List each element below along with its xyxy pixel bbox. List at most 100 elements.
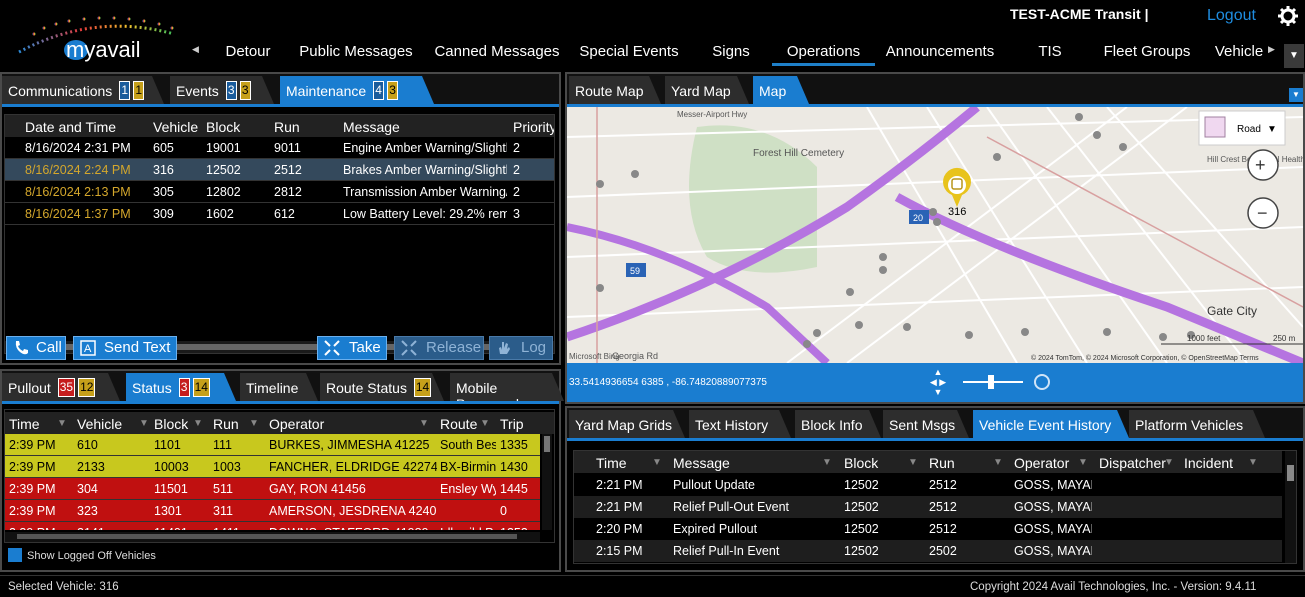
- table-row[interactable]: 2:39 PM 2141 114011411 DOWNS, STAFFORD 4198…: [5, 522, 540, 530]
- nav-tab-public-messages[interactable]: Public Messages: [296, 42, 416, 66]
- col-header-run[interactable]: Run: [274, 119, 300, 135]
- table-row[interactable]: 8/16/2024 1:37 PM 309 1602 612 Low Battery L…: [5, 203, 554, 225]
- nav-tab-special-events[interactable]: Special Events: [576, 42, 682, 66]
- scrollbar-thumb[interactable]: [17, 534, 517, 539]
- table-row[interactable]: 2:20 PM Expired Pullout 12502 2512 GOSS, MAY…: [574, 518, 1282, 540]
- filter-icon[interactable]: ▼: [57, 418, 67, 429]
- col-header-operator[interactable]: Operator: [269, 416, 324, 432]
- tab-sent-msgs[interactable]: Sent Msgs: [883, 410, 969, 438]
- col-header-block[interactable]: Block: [154, 416, 188, 432]
- compass-icon[interactable]: [1034, 374, 1050, 390]
- horizontal-scrollbar[interactable]: [5, 532, 540, 542]
- filter-icon[interactable]: ▼: [1248, 457, 1258, 468]
- nav-scroll-right-icon[interactable]: ▶: [1268, 44, 1275, 55]
- filter-icon[interactable]: ▼: [419, 418, 429, 429]
- table-row[interactable]: 2:39 PM 304 11501 511 GAY, RON 41456 Ensley W…: [5, 478, 540, 500]
- cell-operator: FANCHER, ELDRIDGE 42274: [269, 460, 437, 474]
- table-row[interactable]: 2:21 PM Relief Pull-Out Event 12502 2512 GOS…: [574, 496, 1282, 518]
- filter-icon[interactable]: ▼: [908, 457, 918, 468]
- table-row[interactable]: 8/16/2024 2:24 PM 316 12502 2512 Brakes Ambe…: [5, 159, 554, 181]
- show-logged-off-checkbox[interactable]: [8, 548, 22, 562]
- street-map[interactable]: 20 59 Forest Hill Cemetery Gate City Hil…: [567, 107, 1303, 363]
- nav-tab-operations[interactable]: Operations: [772, 42, 875, 66]
- col-header-run[interactable]: Run: [929, 455, 955, 471]
- zoom-in-button[interactable]: +: [1247, 149, 1279, 181]
- table-row[interactable]: 2:21 PM Pullout Update 12502 2512 GOSS, MAYA…: [574, 474, 1282, 496]
- nav-tab-detour[interactable]: Detour: [212, 42, 284, 66]
- table-row[interactable]: 2:15 PM Relief Pull-In Event 12502 2502 GOSS…: [574, 540, 1282, 562]
- filter-icon[interactable]: ▼: [822, 457, 832, 468]
- tab-mobile-personnel[interactable]: Mobile Personnel: [450, 373, 564, 401]
- filter-icon[interactable]: ▼: [652, 457, 662, 468]
- filter-icon[interactable]: ▼: [193, 418, 203, 429]
- logout-link[interactable]: Logout: [1207, 7, 1256, 25]
- col-header-priority[interactable]: Priority: [513, 119, 554, 135]
- col-header-run[interactable]: Run: [213, 416, 239, 432]
- tab-timeline[interactable]: Timeline: [240, 373, 318, 401]
- tab-pullout[interactable]: Pullout 35 12: [2, 373, 120, 401]
- filter-icon[interactable]: ▼: [480, 418, 490, 429]
- tab-status[interactable]: Status 3 14: [126, 373, 236, 401]
- vertical-scrollbar[interactable]: [1285, 451, 1296, 563]
- table-row[interactable]: 8/16/2024 2:31 PM 605 19001 9011 Engine Ambe…: [5, 137, 554, 159]
- nav-tab-tis[interactable]: TIS: [1020, 42, 1080, 66]
- filter-icon[interactable]: ▼: [1164, 457, 1174, 468]
- zoom-out-button[interactable]: −: [1247, 197, 1279, 229]
- tab-route-status[interactable]: Route Status 14: [320, 373, 444, 401]
- tab-block-info[interactable]: Block Info: [795, 410, 881, 438]
- tab-route-map[interactable]: Route Map: [569, 76, 661, 104]
- table-row[interactable]: 2:39 PM 610 1101 111 BURKES, JIMMESHA 41225 S…: [5, 434, 540, 456]
- col-header-dispatcher[interactable]: Dispatcher: [1099, 455, 1166, 471]
- nav-tab-signs[interactable]: Signs: [700, 42, 762, 66]
- vertical-scrollbar[interactable]: [542, 434, 552, 530]
- nav-tab-vehicle[interactable]: Vehicle: [1210, 42, 1268, 66]
- map-panel-menu-icon[interactable]: ▼: [1289, 88, 1303, 102]
- scrollbar-thumb[interactable]: [544, 436, 550, 452]
- nav-tab-fleet-groups[interactable]: Fleet Groups: [1092, 42, 1202, 66]
- filter-icon[interactable]: ▼: [249, 418, 259, 429]
- tab-map[interactable]: Map: [753, 76, 809, 104]
- send-text-button[interactable]: A Send Text: [73, 336, 177, 360]
- col-header-time[interactable]: Time: [9, 416, 40, 432]
- filter-icon[interactable]: ▼: [993, 457, 1003, 468]
- tab-events[interactable]: Events 33: [170, 76, 274, 104]
- tab-text-history[interactable]: Text History: [689, 410, 791, 438]
- take-button[interactable]: Take: [317, 336, 387, 360]
- call-button[interactable]: Call: [6, 336, 66, 360]
- release-button[interactable]: Release: [394, 336, 484, 360]
- filter-icon[interactable]: ▼: [1078, 457, 1088, 468]
- table-row[interactable]: 2:39 PM 323 1301 311 AMERSON, JESDRENA 42406…: [5, 500, 540, 522]
- nav-tab-announcements[interactable]: Announcements: [880, 42, 1000, 66]
- col-header-trip[interactable]: Trip: [500, 416, 524, 432]
- scrollbar-thumb[interactable]: [1287, 465, 1294, 481]
- col-header-message[interactable]: Message: [343, 119, 400, 135]
- nav-overflow-dropdown[interactable]: ▼: [1284, 44, 1304, 68]
- tab-yard-map[interactable]: Yard Map: [665, 76, 749, 104]
- col-header-route[interactable]: Route: [440, 416, 477, 432]
- tab-yard-map-grids[interactable]: Yard Map Grids: [569, 410, 685, 438]
- col-header-operator[interactable]: Operator: [1014, 455, 1069, 471]
- col-header-vehicle[interactable]: Vehicle: [77, 416, 122, 432]
- table-row[interactable]: 2:39 PM 2133 10003 1003 FANCHER, ELDRIDGE 42…: [5, 456, 540, 478]
- map-style-selector[interactable]: Road ▼: [1198, 110, 1286, 146]
- col-header-vehicle[interactable]: Vehicle: [153, 119, 198, 135]
- col-header-message[interactable]: Message: [673, 455, 730, 471]
- col-header-block[interactable]: Block: [206, 119, 240, 135]
- nav-tab-canned-messages[interactable]: Canned Messages: [430, 42, 564, 66]
- tab-platform-vehicles[interactable]: Platform Vehicles: [1129, 410, 1265, 438]
- col-header-time[interactable]: Time: [596, 455, 627, 471]
- col-header-date[interactable]: Date and Time: [25, 119, 116, 135]
- col-header-block[interactable]: Block: [844, 455, 878, 471]
- late-count-badge: 3: [179, 378, 190, 397]
- col-header-incident[interactable]: Incident: [1184, 455, 1233, 471]
- pan-control-icon[interactable]: ▲ ◀ ▶ ▼: [923, 367, 953, 397]
- tab-vehicle-event-history[interactable]: Vehicle Event History: [973, 410, 1129, 438]
- tab-maintenance[interactable]: Maintenance 43: [280, 76, 434, 104]
- nav-scroll-left-icon[interactable]: ◀: [192, 44, 199, 55]
- filter-icon[interactable]: ▼: [139, 418, 149, 429]
- tab-communications[interactable]: Communications 11: [2, 76, 164, 104]
- gear-icon[interactable]: [1278, 6, 1298, 26]
- zoom-slider-thumb[interactable]: [988, 375, 994, 389]
- log-button[interactable]: Log: [489, 336, 553, 360]
- table-row[interactable]: 8/16/2024 2:13 PM 305 12802 2812 Transmissio…: [5, 181, 554, 203]
